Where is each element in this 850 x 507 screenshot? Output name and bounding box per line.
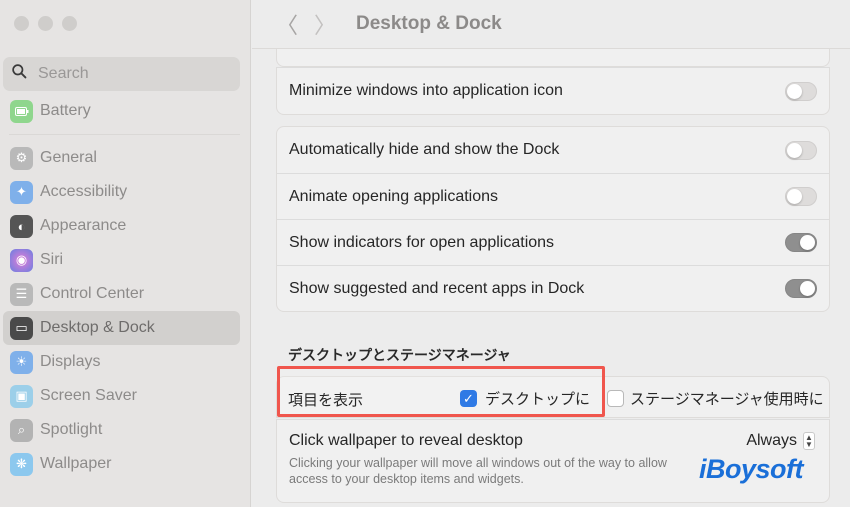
sidebar: Battery ⚙ General ✦ Accessibility ◐ Appe… bbox=[0, 0, 251, 507]
setting-label: Minimize windows into application icon bbox=[289, 82, 563, 99]
settings-group-top bbox=[276, 49, 830, 67]
sidebar-item-label: Battery bbox=[40, 102, 91, 119]
zoom-window-button[interactable] bbox=[62, 16, 77, 31]
setting-row-autohide: Automatically hide and show the Dock bbox=[277, 127, 829, 173]
sidebar-item-battery[interactable]: Battery bbox=[3, 94, 240, 128]
chevron-updown-icon: ▲ ▼ bbox=[803, 432, 815, 450]
show-items-label: 項目を表示 bbox=[288, 392, 364, 409]
accessibility-icon: ✦ bbox=[10, 180, 33, 204]
back-button[interactable]: 〈 bbox=[276, 8, 314, 40]
sidebar-item-wallpaper[interactable]: ❋ Wallpaper bbox=[3, 447, 240, 481]
gear-icon: ⚙ bbox=[10, 146, 33, 170]
close-window-button[interactable] bbox=[14, 16, 29, 31]
search-input[interactable] bbox=[38, 65, 218, 83]
page-title: Desktop & Dock bbox=[356, 13, 502, 34]
battery-icon bbox=[10, 99, 33, 123]
setting-label: Show indicators for open applications bbox=[289, 233, 555, 251]
appearance-icon: ◐ bbox=[10, 214, 33, 238]
setting-row-minimize: Minimize windows into application icon bbox=[277, 68, 829, 114]
displays-icon: ☀ bbox=[10, 350, 33, 374]
siri-icon: ◉ bbox=[10, 248, 33, 272]
sidebar-list: Battery ⚙ General ✦ Accessibility ◐ Appe… bbox=[3, 94, 240, 481]
sidebar-item-screen-saver[interactable]: ▣ Screen Saver bbox=[3, 379, 240, 413]
divider bbox=[9, 134, 240, 135]
settings-group-dock: Automatically hide and show the Dock Ani… bbox=[276, 126, 830, 312]
sidebar-item-label: Spotlight bbox=[40, 421, 103, 438]
setting-row-indicators: Show indicators for open applications bbox=[277, 219, 829, 265]
autohide-toggle[interactable] bbox=[785, 140, 817, 160]
settings-group-minimize: Minimize windows into application icon bbox=[276, 67, 830, 115]
window-controls bbox=[14, 16, 77, 31]
minimize-toggle[interactable] bbox=[785, 81, 817, 101]
wallpaper-click-title: Click wallpaper to reveal desktop bbox=[289, 432, 523, 449]
screen-saver-icon: ▣ bbox=[10, 384, 33, 408]
sidebar-item-accessibility[interactable]: ✦ Accessibility bbox=[3, 175, 240, 209]
search-field[interactable] bbox=[3, 57, 240, 91]
sidebar-item-label: Accessibility bbox=[40, 183, 128, 200]
setting-label: Automatically hide and show the Dock bbox=[289, 141, 560, 158]
sidebar-item-label: Appearance bbox=[40, 217, 127, 234]
sidebar-item-desktop-dock[interactable]: ▭ Desktop & Dock bbox=[3, 311, 240, 345]
sidebar-item-general[interactable]: ⚙ General bbox=[3, 141, 240, 175]
wallpaper-click-description: Clicking your wallpaper will move all wi… bbox=[289, 456, 667, 486]
wallpaper-click-select[interactable]: Always ▲ ▼ bbox=[746, 432, 815, 450]
on-desktop-checkbox[interactable]: ✓ bbox=[460, 390, 477, 407]
spotlight-icon: ⌕ bbox=[10, 418, 33, 442]
sidebar-item-label: Displays bbox=[40, 353, 101, 370]
sidebar-item-appearance[interactable]: ◐ Appearance bbox=[3, 209, 240, 243]
sidebar-item-label: Screen Saver bbox=[40, 387, 137, 404]
sidebar-item-label: Wallpaper bbox=[40, 455, 112, 472]
suggested-apps-toggle[interactable] bbox=[785, 279, 817, 298]
sidebar-item-control-center[interactable]: ☰ Control Center bbox=[3, 277, 240, 311]
section-title: デスクトップとステージマネージャ bbox=[288, 347, 511, 363]
forward-button[interactable]: 〉 bbox=[314, 8, 352, 40]
stage-manager-label: ステージマネージャ使用時に bbox=[630, 391, 824, 408]
sidebar-item-label: Desktop & Dock bbox=[40, 319, 155, 336]
minimize-window-button[interactable] bbox=[38, 16, 53, 31]
sidebar-item-label: Control Center bbox=[40, 285, 145, 302]
setting-label: Animate opening applications bbox=[289, 187, 499, 205]
setting-label: Show suggested and recent apps in Dock bbox=[289, 279, 585, 297]
sidebar-item-label: General bbox=[40, 149, 97, 166]
setting-row-animate: Animate opening applications bbox=[277, 173, 829, 219]
sidebar-item-siri[interactable]: ◉ Siri bbox=[3, 243, 240, 277]
indicators-toggle[interactable] bbox=[785, 233, 817, 252]
wallpaper-icon: ❋ bbox=[10, 452, 33, 476]
wallpaper-click-group: Click wallpaper to reveal desktop Clicki… bbox=[276, 419, 830, 503]
sidebar-item-displays[interactable]: ☀ Displays bbox=[3, 345, 240, 379]
on-desktop-label: デスクトップに bbox=[485, 391, 591, 408]
dock-icon: ▭ bbox=[10, 316, 33, 340]
sidebar-item-spotlight[interactable]: ⌕ Spotlight bbox=[3, 413, 240, 447]
control-center-icon: ☰ bbox=[10, 282, 33, 306]
stage-manager-checkbox[interactable] bbox=[607, 390, 624, 407]
setting-row-suggested: Show suggested and recent apps in Dock bbox=[277, 265, 829, 311]
animate-toggle[interactable] bbox=[785, 187, 817, 206]
iboysoft-watermark: iBoysoft bbox=[699, 454, 804, 484]
toolbar: 〈 〉 Desktop & Dock bbox=[252, 0, 850, 48]
search-icon bbox=[11, 63, 28, 85]
sidebar-item-label: Siri bbox=[40, 251, 64, 268]
wallpaper-click-value: Always bbox=[746, 432, 797, 449]
